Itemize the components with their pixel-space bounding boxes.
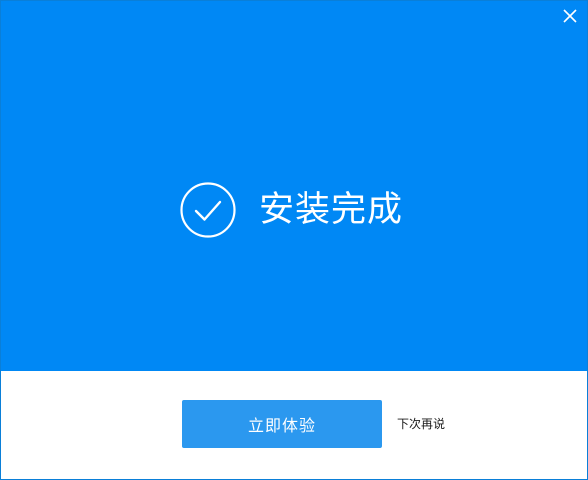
close-icon (563, 9, 577, 23)
try-now-button[interactable]: 立即体验 (182, 400, 382, 448)
status-row: 安装完成 (179, 181, 403, 239)
later-link[interactable]: 下次再说 (397, 415, 445, 433)
check-circle-icon (180, 182, 236, 238)
installer-window: 安装完成 立即体验 下次再说 (0, 0, 588, 480)
footer-panel: 立即体验 下次再说 (1, 371, 587, 479)
close-button[interactable] (559, 5, 581, 27)
hero-panel: 安装完成 (1, 1, 587, 371)
install-status-text: 安装完成 (259, 190, 404, 230)
